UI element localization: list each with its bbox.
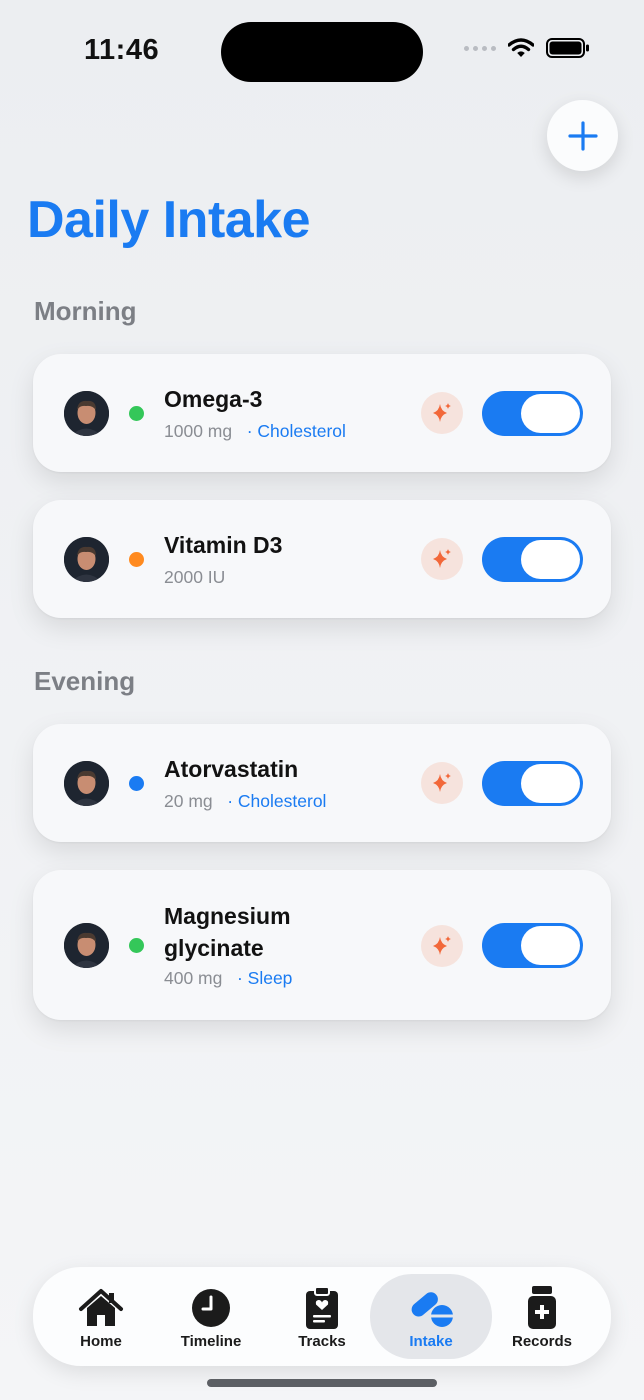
- status-time: 11:46: [84, 34, 160, 66]
- intake-toggle[interactable]: [482, 923, 583, 968]
- medication-card-magnesium-glycinate[interactable]: Magnesium glycinate 400 mg · Sleep: [33, 870, 611, 1020]
- battery-icon: [546, 38, 589, 58]
- status-dot: [129, 406, 144, 421]
- ai-insight-button[interactable]: [421, 392, 463, 434]
- sparkle-icon: [433, 773, 451, 792]
- cellular-signal-icon: [464, 45, 496, 51]
- ai-insight-button[interactable]: [421, 762, 463, 804]
- medication-meta: 1000 mg · Cholesterol: [164, 421, 346, 442]
- medication-dose: 20 mg: [164, 791, 213, 811]
- ai-insight-button[interactable]: [421, 538, 463, 580]
- medicine-bottle-icon: [528, 1286, 556, 1329]
- sparkle-icon: [433, 403, 451, 422]
- medication-name: Omega-3: [164, 386, 263, 412]
- status-dot: [129, 552, 144, 567]
- medication-dose: 1000 mg: [164, 421, 233, 441]
- medication-meta: 2000 IU: [164, 567, 225, 588]
- medication-meta: 400 mg · Sleep: [164, 968, 292, 989]
- medication-tag[interactable]: · Sleep: [237, 968, 292, 988]
- tab-timeline[interactable]: Timeline: [150, 1274, 272, 1359]
- avatar: [64, 923, 109, 968]
- medication-dose: 2000 IU: [164, 567, 226, 587]
- page-title: Daily Intake: [27, 191, 311, 249]
- status-dot: [129, 776, 144, 791]
- home-indicator[interactable]: [207, 1379, 437, 1387]
- clipboard-heart-icon: [306, 1286, 338, 1329]
- ai-insight-button[interactable]: [421, 925, 463, 967]
- status-bar: 11:46: [0, 0, 644, 100]
- intake-toggle[interactable]: [482, 761, 583, 806]
- medication-dose: 400 mg: [164, 968, 223, 988]
- avatar: [64, 537, 109, 582]
- medication-name: Vitamin D3: [164, 532, 283, 558]
- intake-toggle[interactable]: [482, 391, 583, 436]
- medication-meta: 20 mg · Cholesterol: [164, 791, 326, 812]
- tab-label: Home: [80, 1333, 122, 1350]
- add-medication-button[interactable]: [547, 100, 618, 171]
- tab-records[interactable]: Records: [481, 1274, 603, 1359]
- plus-icon: [567, 120, 598, 151]
- intake-toggle[interactable]: [482, 537, 583, 582]
- wifi-icon: [508, 38, 534, 57]
- status-icons: [464, 38, 590, 58]
- avatar: [64, 391, 109, 436]
- tab-bar: Home Timeline Tracks Intake Records: [33, 1267, 611, 1366]
- tab-home[interactable]: Home: [40, 1274, 162, 1359]
- section-heading-evening: Evening: [34, 666, 136, 696]
- medication-name: Magnesium glycinate: [164, 903, 291, 961]
- status-dot: [129, 938, 144, 953]
- sparkle-icon: [433, 936, 451, 955]
- medication-name: Atorvastatin: [164, 756, 299, 782]
- clock-icon: [192, 1289, 230, 1327]
- section-heading-morning: Morning: [34, 296, 137, 326]
- tab-intake[interactable]: Intake: [370, 1274, 492, 1359]
- tab-label: Intake: [409, 1333, 453, 1350]
- tab-tracks[interactable]: Tracks: [261, 1274, 383, 1359]
- dynamic-island: [221, 22, 423, 82]
- medication-card-atorvastatin[interactable]: Atorvastatin 20 mg · Cholesterol: [33, 724, 611, 842]
- medication-tag[interactable]: · Cholesterol: [227, 791, 326, 811]
- tab-label: Records: [511, 1333, 573, 1350]
- pills-icon: [411, 1292, 453, 1327]
- sparkle-icon: [433, 549, 451, 568]
- medication-card-vitamin-d3[interactable]: Vitamin D3 2000 IU: [33, 500, 611, 618]
- home-icon: [79, 1289, 123, 1326]
- tab-label: Tracks: [298, 1333, 346, 1350]
- avatar: [64, 761, 109, 806]
- medication-card-omega-3[interactable]: Omega-3 1000 mg · Cholesterol: [33, 354, 611, 472]
- medication-tag[interactable]: · Cholesterol: [247, 421, 346, 441]
- tab-label: Timeline: [180, 1333, 242, 1350]
